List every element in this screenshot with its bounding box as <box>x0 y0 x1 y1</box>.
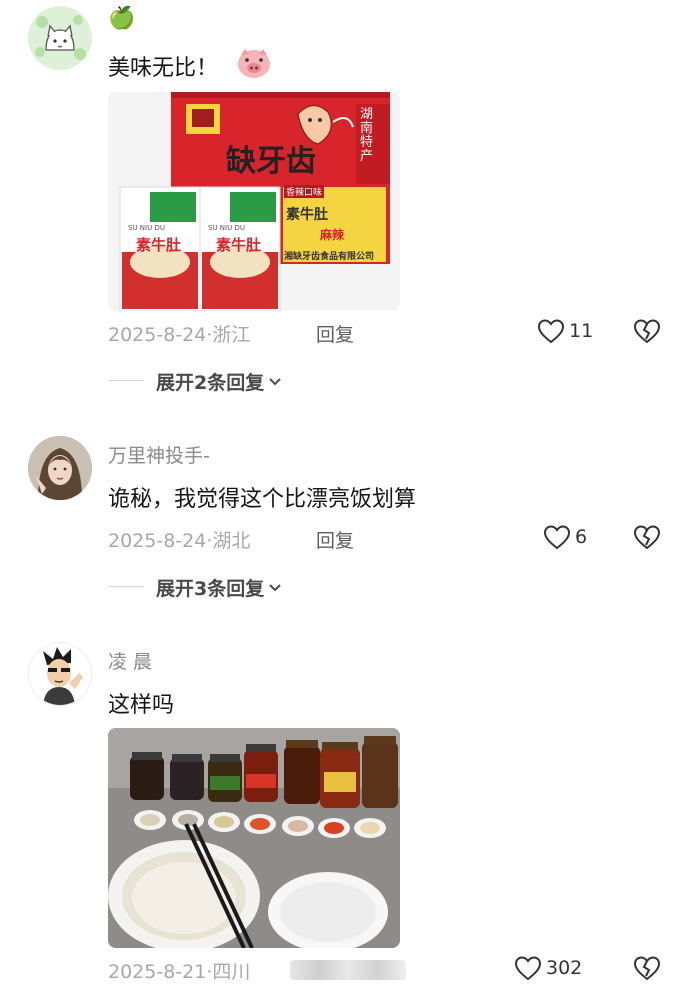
comment-location: 湖北 <box>212 530 251 552</box>
box-title: 缺牙齿 <box>226 144 316 179</box>
heart-outline-icon <box>514 955 542 981</box>
broken-heart-icon[interactable] <box>633 318 661 344</box>
comment-meta: 2025-8-24·浙江 <box>108 324 251 346</box>
username-emoji: 🍏 <box>108 6 136 31</box>
reply-button[interactable]: 回复 <box>316 526 354 553</box>
pack-pinyin: SU NIU DU <box>128 224 165 232</box>
comment-image[interactable]: 缺牙齿 湖南特产 香辣口味 素牛肚 麻辣 湘缺牙齿食品有限公司 SU NIU D… <box>108 92 400 311</box>
pig-face-icon <box>236 46 272 80</box>
comment-location: 浙江 <box>212 324 251 346</box>
expand-divider <box>108 380 144 381</box>
comment-meta: 2025-8-21·四川 <box>108 961 251 983</box>
expand-replies-button[interactable]: 展开2条回复 <box>156 368 282 395</box>
expand-replies-button[interactable]: 展开3条回复 <box>156 574 282 601</box>
like-button[interactable]: 302 <box>514 955 582 981</box>
chevron-down-icon <box>268 583 282 593</box>
like-button[interactable]: 11 <box>537 318 593 344</box>
box-side-text: 湖南特产 <box>360 107 374 164</box>
comment-text: 美味无比！ <box>108 56 219 81</box>
like-count: 11 <box>569 320 594 342</box>
box-product: 素牛肚 <box>286 207 328 223</box>
comment-text: 这样吗 <box>108 693 175 718</box>
pack-pinyin-2: SU NIU DU <box>208 224 245 232</box>
like-count: 302 <box>546 957 583 979</box>
like-count: 6 <box>575 526 588 548</box>
avatar[interactable] <box>28 642 92 706</box>
comment-date: 2025-8-24 <box>108 324 207 346</box>
broken-heart-icon[interactable] <box>633 524 661 550</box>
comment-image[interactable] <box>108 728 400 948</box>
comment-date: 2025-8-24 <box>108 530 207 552</box>
username[interactable]: 凌 晨 <box>108 647 152 674</box>
box-tag2: 麻辣 <box>320 228 345 242</box>
box-tag1: 香辣口味 <box>284 185 325 198</box>
expand-label: 展开3条回复 <box>156 578 265 600</box>
blurred-watermark <box>290 960 406 980</box>
comment-location: 四川 <box>212 961 251 983</box>
comment-meta: 2025-8-24·湖北 <box>108 530 251 552</box>
comment-text: 诡秘，我觉得这个比漂亮饭划算 <box>108 487 417 512</box>
chevron-down-icon <box>268 377 282 387</box>
pack-label-2: 素牛肚 <box>216 236 262 254</box>
heart-outline-icon <box>543 524 571 550</box>
expand-divider <box>108 586 144 587</box>
heart-outline-icon <box>537 318 565 344</box>
broken-heart-icon[interactable] <box>633 955 661 981</box>
expand-label: 展开2条回复 <box>156 372 265 394</box>
avatar[interactable] <box>28 436 92 500</box>
like-button[interactable]: 6 <box>543 524 587 550</box>
comment-date: 2025-8-21 <box>108 961 207 983</box>
reply-button[interactable]: 回复 <box>316 320 354 347</box>
avatar[interactable] <box>28 6 92 70</box>
box-footer: 湘缺牙齿食品有限公司 <box>284 252 375 262</box>
username[interactable]: 万里神投手- <box>108 441 210 468</box>
pack-label-1: 素牛肚 <box>136 236 182 254</box>
